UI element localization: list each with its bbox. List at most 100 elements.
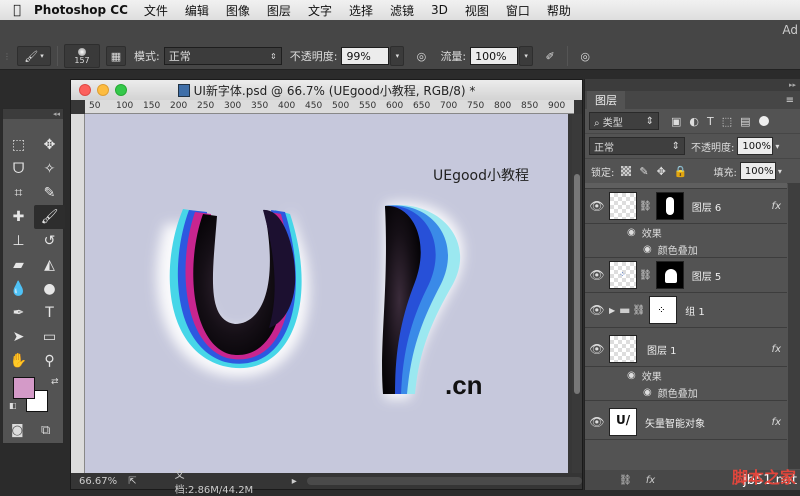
layer-name[interactable]: 矢量智能对象	[645, 415, 705, 430]
tab-layers[interactable]: 图层	[587, 91, 625, 109]
menu-file[interactable]: 文件	[144, 2, 168, 19]
blend-mode-select[interactable]: 正常 ⇕	[589, 137, 685, 155]
filter-smart-object-icon[interactable]: ▤	[740, 115, 750, 128]
path-selection-tool-icon[interactable]: ➤	[3, 325, 34, 349]
pressure-opacity-button[interactable]: ◎	[410, 46, 432, 66]
fx-icon[interactable]: fx	[772, 201, 781, 212]
layer-name[interactable]: 图层 5	[692, 268, 722, 283]
brush-tool-icon[interactable]: 🖌	[34, 205, 65, 229]
scroll-thumb[interactable]	[574, 174, 580, 394]
menu-type[interactable]: 文字	[308, 2, 332, 19]
vertical-scrollbar[interactable]	[572, 114, 582, 476]
fx-icon[interactable]: fx	[772, 417, 781, 428]
minimize-button[interactable]	[97, 84, 109, 96]
screen-mode-icon[interactable]: ⧉	[41, 423, 50, 438]
share-icon[interactable]: ⇱	[128, 476, 136, 487]
group-name[interactable]: 组 1	[685, 303, 705, 318]
zoom-level[interactable]: 66.67%	[79, 476, 122, 487]
visibility-eye-icon[interactable]: 👁	[585, 342, 609, 356]
eye-icon[interactable]: ◉	[627, 370, 636, 381]
tool-preset-picker[interactable]: 🖌 ▾	[17, 46, 51, 66]
visibility-eye-icon[interactable]: 👁	[585, 268, 609, 282]
effect-row[interactable]: ◉ 颜色叠加	[585, 241, 787, 258]
lock-pixels-icon[interactable]: ✎	[639, 165, 648, 178]
brush-panel-toggle[interactable]: ▦	[106, 46, 126, 66]
canvas[interactable]: UEgood小教程 .cn	[85, 114, 568, 476]
foreground-color-swatch[interactable]	[13, 377, 35, 399]
layer-row[interactable]: 👁 U/ 矢量智能对象 fx	[585, 405, 787, 440]
add-style-icon[interactable]: fx	[646, 475, 655, 486]
effect-row[interactable]: ◉ 颜色叠加	[585, 384, 787, 401]
magic-wand-tool-icon[interactable]: ✧	[34, 157, 65, 181]
app-menu[interactable]: Photoshop CC	[34, 3, 128, 17]
quick-mask-icon[interactable]: ◙	[11, 423, 24, 438]
panel-menu-icon[interactable]: ≡	[786, 95, 794, 106]
filter-shape-icon[interactable]: ⬚	[722, 115, 732, 128]
blur-tool-icon[interactable]: 💧	[3, 277, 34, 301]
menu-3d[interactable]: 3D	[431, 3, 448, 17]
layer-filter-select[interactable]: ⌕ 类型 ⇕	[589, 112, 659, 130]
move-tool-icon[interactable]: ✥	[34, 133, 65, 157]
expand-arrow-icon[interactable]: ▶	[609, 306, 615, 315]
collapse-icon[interactable]: ◂◂	[3, 109, 63, 119]
flow-input[interactable]: 100%	[470, 47, 519, 65]
eye-icon[interactable]: ◉	[643, 244, 652, 255]
link-icon[interactable]: ⛓	[633, 305, 646, 316]
collapse-icon[interactable]: ▸▸	[585, 79, 800, 91]
close-button[interactable]	[79, 84, 91, 96]
filter-toggle-icon[interactable]	[758, 116, 769, 126]
menu-layer[interactable]: 图层	[267, 2, 291, 19]
layer-row[interactable]: 👁 ⛓ 图层 6 fx	[585, 189, 787, 224]
filter-pixel-icon[interactable]: ▣	[671, 115, 681, 128]
layer-row[interactable]: 👁 ⁘ ⛓ 图层 5	[585, 258, 787, 293]
chevron-down-icon[interactable]: ▾	[778, 167, 782, 176]
filter-adjustment-icon[interactable]: ◐	[689, 115, 699, 128]
clone-stamp-tool-icon[interactable]: ⊥	[3, 229, 34, 253]
link-icon[interactable]: ⛓	[639, 201, 652, 212]
fx-icon[interactable]: fx	[772, 344, 781, 355]
menu-edit[interactable]: 编辑	[185, 2, 209, 19]
pen-tool-icon[interactable]: ✒	[3, 301, 34, 325]
menu-select[interactable]: 选择	[349, 2, 373, 19]
group-mask-thumbnail[interactable]: ⁘	[649, 296, 678, 324]
group-row[interactable]: 👁 ▶ ▬ ⛓ ⁘ 组 1	[585, 293, 787, 328]
layer-opacity-input[interactable]: 100%	[737, 137, 774, 155]
layer-name[interactable]: 图层 1	[647, 342, 677, 357]
layer-name[interactable]: 图层 6	[692, 199, 722, 214]
default-colors-icon[interactable]: ◧	[9, 401, 17, 410]
effects-row[interactable]: ◉ 效果	[585, 367, 787, 384]
mode-select[interactable]: 正常 ⇕	[163, 47, 282, 65]
hand-tool-icon[interactable]: ✋	[3, 349, 34, 373]
lasso-tool-icon[interactable]: ᗜ	[3, 157, 34, 181]
menu-window[interactable]: 窗口	[506, 2, 530, 19]
marquee-tool-icon[interactable]: ⬚	[3, 133, 34, 157]
filter-type-icon[interactable]: T	[707, 115, 714, 128]
lock-transparency-icon[interactable]	[621, 166, 632, 176]
horizontal-ruler[interactable]: 50 100 150 200 250 300 350 400 450 500 550 600 650 70…	[85, 100, 574, 114]
link-icon[interactable]: ⛓	[639, 270, 652, 281]
history-brush-tool-icon[interactable]: ↺	[34, 229, 65, 253]
eye-icon[interactable]: ◉	[627, 227, 636, 238]
link-layers-icon[interactable]: ⛓	[619, 475, 632, 486]
paint-bucket-tool-icon[interactable]: ◭	[34, 253, 65, 277]
visibility-eye-icon[interactable]: 👁	[585, 303, 609, 317]
airbrush-button[interactable]: ✐	[539, 46, 561, 66]
healing-brush-tool-icon[interactable]: ✚	[3, 205, 34, 229]
apple-icon[interactable]: 	[0, 3, 34, 18]
crop-tool-icon[interactable]: ⌗	[3, 181, 34, 205]
zoom-tool-icon[interactable]: ⚲	[34, 349, 65, 373]
effects-row[interactable]: ◉ 效果	[585, 224, 787, 241]
lock-all-icon[interactable]: 🔒	[674, 165, 688, 178]
pressure-size-button[interactable]: ◎	[574, 46, 596, 66]
menu-filter[interactable]: 滤镜	[390, 2, 414, 19]
flow-dropdown[interactable]: ▾	[519, 46, 534, 66]
menu-help[interactable]: 帮助	[547, 2, 571, 19]
brush-preset-picker[interactable]: 157	[64, 44, 100, 68]
horizontal-scrollbar[interactable]	[306, 477, 583, 485]
type-tool-icon[interactable]: T	[34, 301, 65, 325]
vertical-ruler[interactable]	[71, 114, 85, 476]
swap-colors-icon[interactable]: ⇄	[51, 377, 59, 387]
layer-mask-thumbnail[interactable]	[655, 192, 684, 220]
menu-image[interactable]: 图像	[226, 2, 250, 19]
panel-scrollbar[interactable]	[788, 183, 800, 469]
